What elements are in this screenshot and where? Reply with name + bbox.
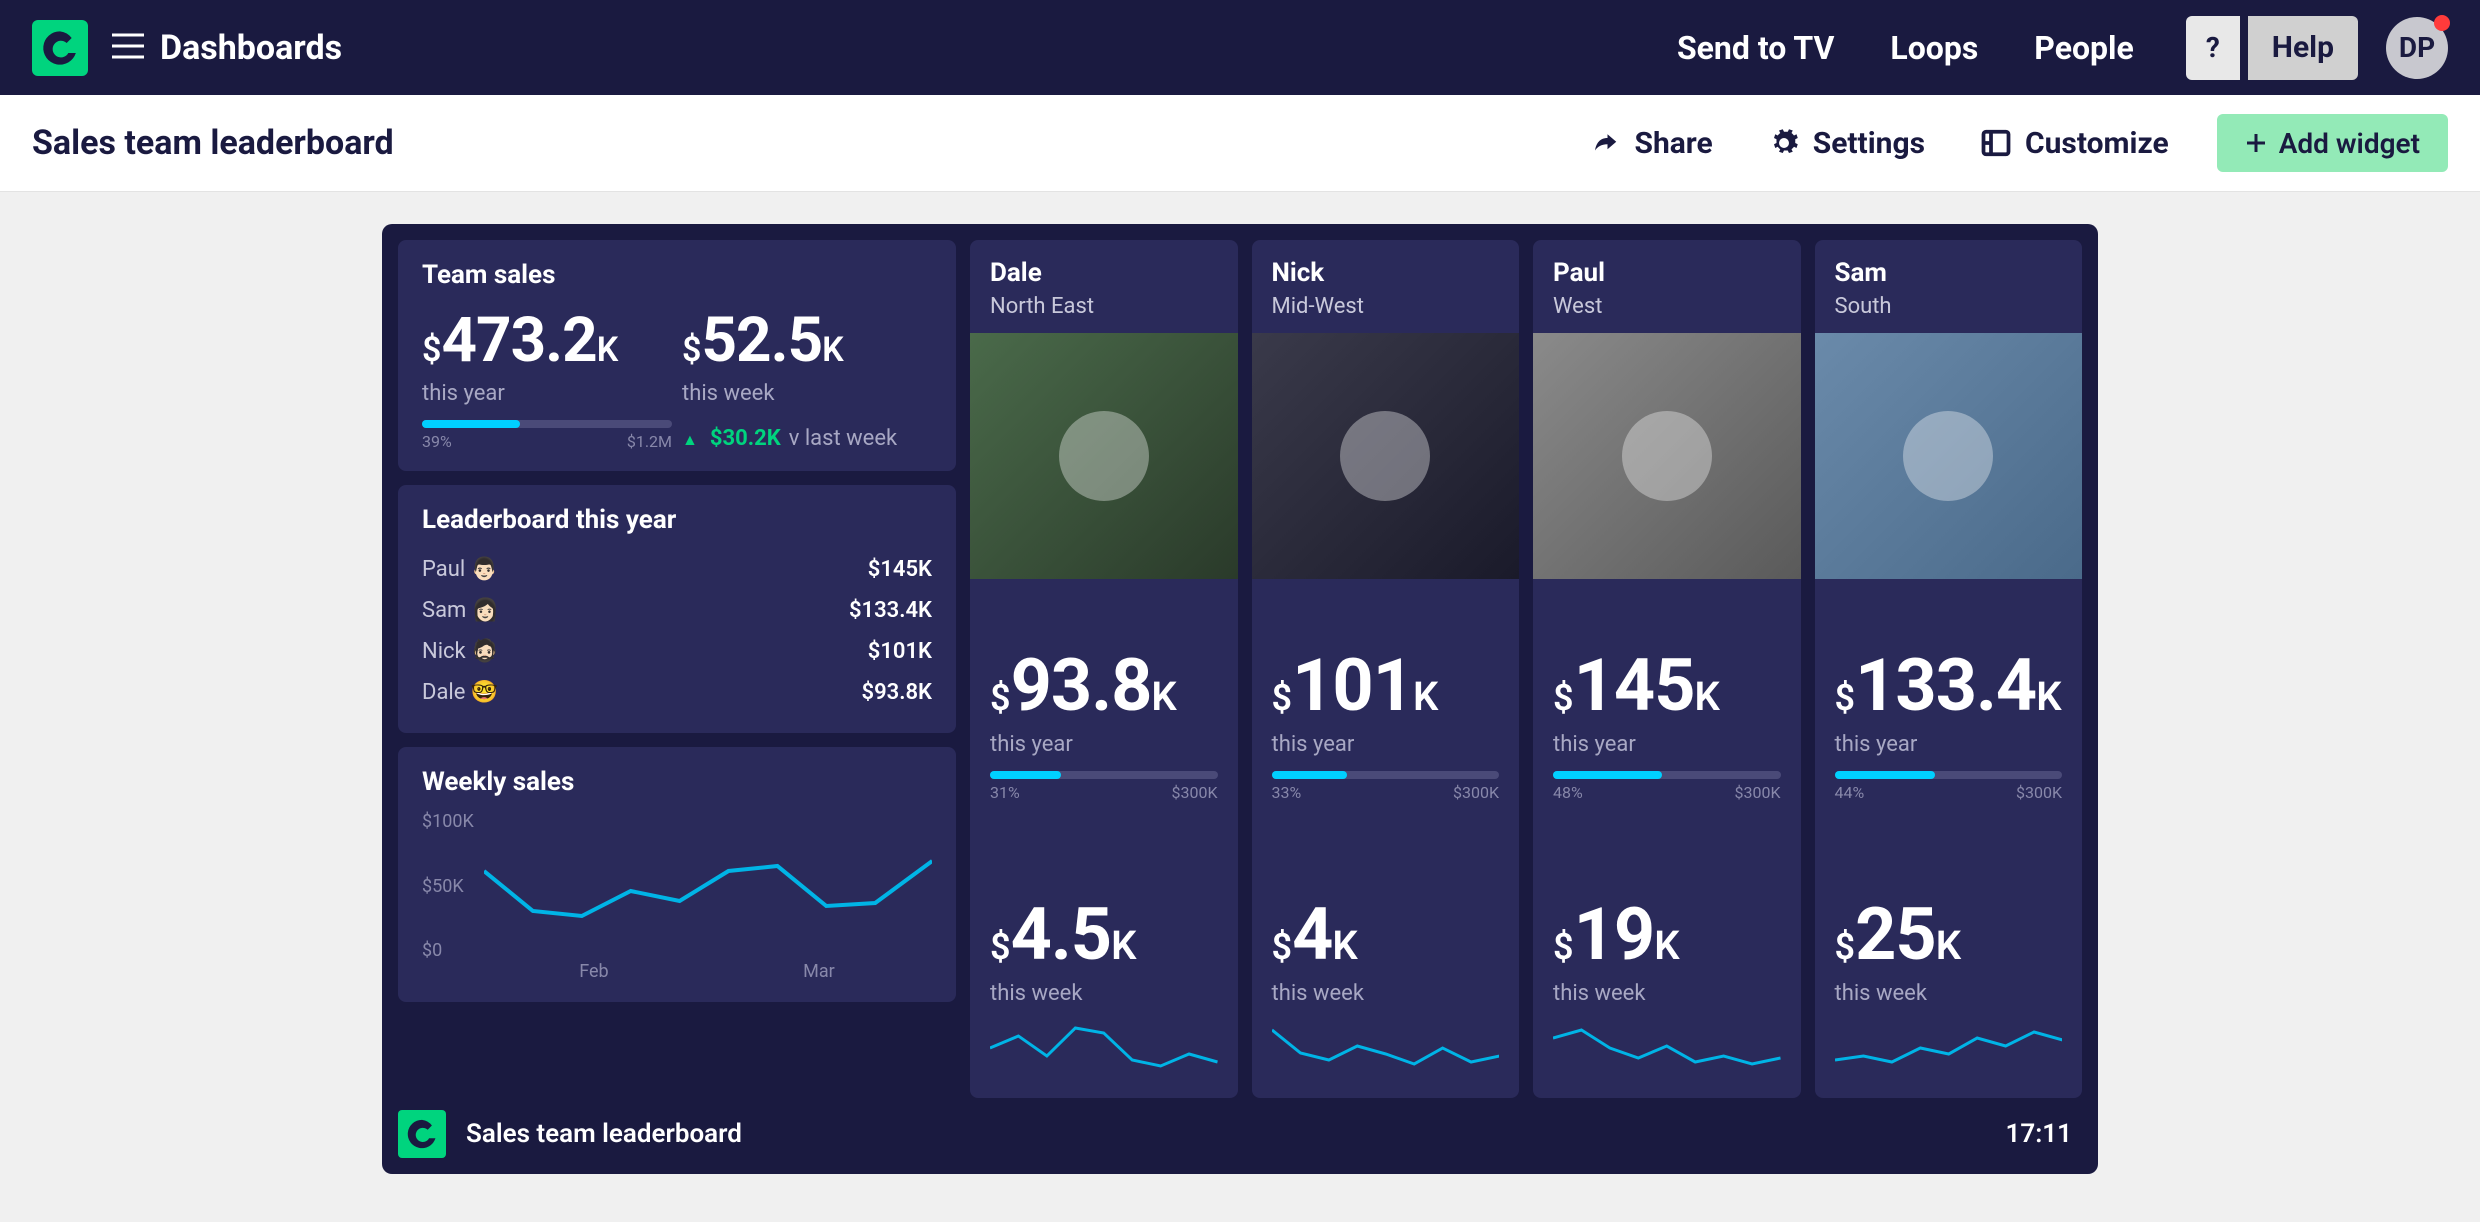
team-sales-progress [422, 420, 672, 428]
person-sparkline [990, 1018, 1218, 1078]
leaderboard-row: Dale 🤓$93.8K [422, 672, 932, 713]
nav-loops[interactable]: Loops [1890, 29, 1978, 67]
add-widget-button[interactable]: Add widget [2217, 114, 2448, 172]
person-card: Dale North East $93.8K this year 31%$300… [970, 240, 1238, 1098]
person-week-value: $25K [1835, 892, 2063, 977]
help-question-button[interactable]: ? [2186, 16, 2240, 80]
person-week-value: $4.5K [990, 892, 1218, 977]
subbar: Sales team leaderboard Share Settings Cu… [0, 95, 2480, 192]
team-sales-delta: $30.2K v last week [682, 426, 932, 451]
app-logo[interactable] [32, 20, 88, 76]
person-week-value: $19K [1553, 892, 1781, 977]
nav-send-to-tv[interactable]: Send to TV [1677, 29, 1834, 67]
leaderboard-row: Sam 👩🏻$133.4K [422, 590, 932, 631]
person-name: Paul [1553, 258, 1781, 288]
person-photo [1815, 333, 2083, 579]
customize-button[interactable]: Customize [1981, 126, 2169, 161]
dashboard-footer: Sales team leaderboard 17:11 [398, 1110, 2082, 1158]
leaderboard-row: Paul 👨🏻$145K [422, 549, 932, 590]
gear-icon [1769, 128, 1799, 158]
logo-swirl-icon [40, 28, 80, 68]
person-progress [1272, 771, 1500, 779]
help-button[interactable]: Help [2248, 16, 2358, 80]
avatar-initials: DP [2399, 31, 2435, 64]
person-name: Sam [1835, 258, 2063, 288]
settings-button[interactable]: Settings [1769, 126, 1925, 161]
person-card: Paul West $145K this year 48%$300K $19K … [1533, 240, 1801, 1098]
person-region: South [1835, 294, 2063, 319]
person-photo [1533, 333, 1801, 579]
team-sales-card: Team sales $473.2K this year 39%$1.2M $5… [398, 240, 956, 471]
nav-people[interactable]: People [2034, 29, 2134, 67]
topbar: Dashboards Send to TV Loops People ? Hel… [0, 0, 2480, 95]
hamburger-icon [112, 33, 144, 59]
person-year-value: $133.4K [1835, 643, 2063, 728]
person-week-value: $4K [1272, 892, 1500, 977]
person-year-value: $101K [1272, 643, 1500, 728]
page-title: Sales team leaderboard [32, 123, 394, 163]
person-region: North East [990, 294, 1218, 319]
person-sparkline [1272, 1018, 1500, 1078]
person-region: West [1553, 294, 1781, 319]
notification-dot-icon [2434, 15, 2450, 31]
weekly-sales-card: Weekly sales $100K $50K $0 Feb Mar [398, 747, 956, 1002]
leaderboard-row: Nick 🧔🏻$101K [422, 631, 932, 672]
share-button[interactable]: Share [1590, 126, 1712, 161]
avatar[interactable]: DP [2386, 17, 2448, 79]
plus-icon [2245, 132, 2267, 154]
person-card: Nick Mid-West $101K this year 33%$300K $… [1252, 240, 1520, 1098]
topbar-section-title: Dashboards [160, 28, 342, 68]
person-card: Sam South $133.4K this year 44%$300K $25… [1815, 240, 2083, 1098]
share-icon [1590, 128, 1620, 158]
person-year-value: $145K [1553, 643, 1781, 728]
person-progress [990, 771, 1218, 779]
person-year-value: $93.8K [990, 643, 1218, 728]
team-sales-year-value: $473.2K [422, 304, 672, 377]
footer-clock: 17:11 [2006, 1119, 2083, 1149]
weekly-sales-chart [484, 811, 932, 961]
footer-logo-icon [398, 1110, 446, 1158]
person-photo [1252, 333, 1520, 579]
team-sales-week-value: $52.5K [682, 304, 932, 377]
dashboard: Team sales $473.2K this year 39%$1.2M $5… [382, 224, 2098, 1174]
person-progress [1553, 771, 1781, 779]
menu-button[interactable] [112, 33, 144, 63]
person-region: Mid-West [1272, 294, 1500, 319]
team-sales-title: Team sales [422, 260, 932, 290]
person-progress [1835, 771, 2063, 779]
person-sparkline [1835, 1018, 2063, 1078]
person-name: Dale [990, 258, 1218, 288]
person-photo [970, 333, 1238, 579]
customize-icon [1981, 128, 2011, 158]
person-sparkline [1553, 1018, 1781, 1078]
leaderboard-card: Leaderboard this year Paul 👨🏻$145K Sam 👩… [398, 485, 956, 733]
person-name: Nick [1272, 258, 1500, 288]
